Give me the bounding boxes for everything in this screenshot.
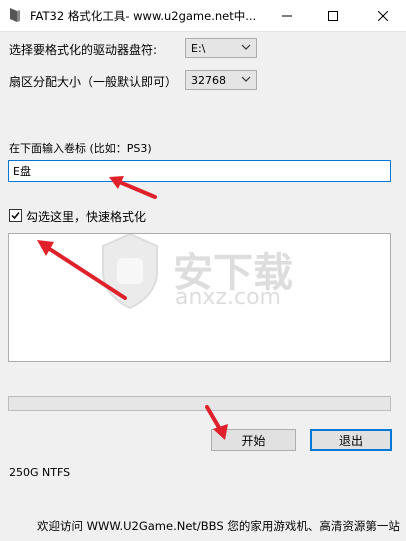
sector-size-value: 32768 bbox=[191, 74, 226, 87]
sector-size-select[interactable]: 32768 bbox=[185, 70, 257, 90]
title-bar: FAT32 格式化工具- www.u2game.net中... bbox=[0, 0, 406, 32]
drive-label: 选择要格式化的驱动器盘符: bbox=[9, 43, 158, 57]
maximize-icon bbox=[328, 10, 338, 21]
maximize-button[interactable] bbox=[310, 0, 356, 31]
app-icon bbox=[10, 8, 20, 22]
minimize-icon bbox=[282, 15, 292, 16]
chevron-down-icon bbox=[241, 76, 251, 82]
drive-select[interactable]: E:\ bbox=[185, 38, 257, 58]
footer-text: 欢迎访问 WWW.U2Game.Net/BBS 您的家用游戏机、高清资源第一站 bbox=[37, 519, 400, 533]
exit-button[interactable]: 退出 bbox=[310, 429, 392, 451]
watermark-url: anxz.com bbox=[175, 285, 281, 310]
start-button[interactable]: 开始 bbox=[211, 429, 296, 451]
volume-label-caption: 在下面输入卷标 (比如：PS3) bbox=[9, 142, 152, 155]
close-button[interactable] bbox=[360, 0, 406, 31]
drive-select-value: E:\ bbox=[191, 42, 206, 55]
format-progress-bar bbox=[8, 396, 391, 411]
sector-size-label: 扇区分配大小（一般默认即可） bbox=[9, 75, 178, 89]
disk-info-text: 250G NTFS bbox=[9, 466, 71, 479]
checkmark-icon bbox=[11, 212, 20, 220]
quick-format-checkbox[interactable] bbox=[9, 209, 22, 222]
shield-logo-icon bbox=[102, 232, 158, 310]
window-title: FAT32 格式化工具- www.u2game.net中... bbox=[30, 9, 257, 23]
volume-label-input[interactable] bbox=[8, 160, 391, 182]
watermark: 安下载 anxz.com bbox=[95, 230, 335, 315]
close-icon bbox=[378, 10, 388, 21]
quick-format-label: 勾选这里，快速格式化 bbox=[26, 210, 147, 224]
chevron-down-icon bbox=[241, 44, 251, 50]
minimize-button[interactable] bbox=[264, 0, 310, 31]
